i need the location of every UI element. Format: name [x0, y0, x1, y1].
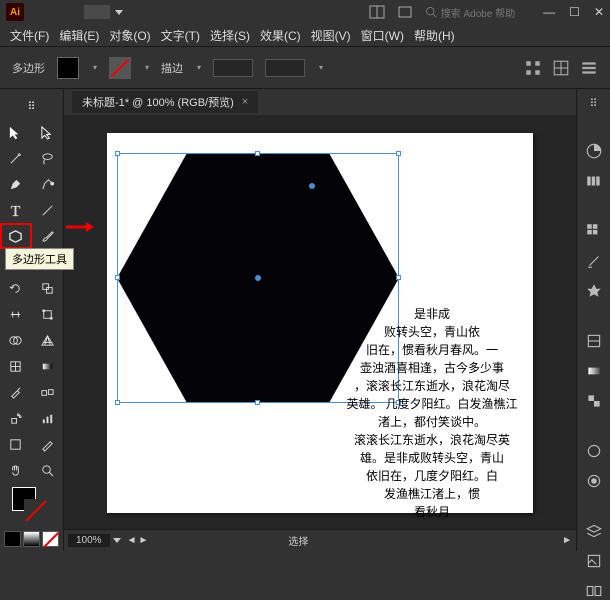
- asset-panel-icon[interactable]: [585, 552, 603, 570]
- artboard[interactable]: 是非成 败转头空，青山依 旧在，惯看秋月春风。一 壶浊酒喜相逢，古今多少事 ，滚…: [107, 133, 533, 513]
- workspace-switcher[interactable]: [84, 5, 123, 19]
- stroke-swatch[interactable]: [109, 57, 131, 79]
- direct-selection-tool[interactable]: [32, 119, 64, 145]
- curvature-tool[interactable]: [32, 171, 64, 197]
- transform-icon[interactable]: [552, 59, 570, 77]
- selection-tool[interactable]: [0, 119, 32, 145]
- magic-wand-tool[interactable]: [0, 145, 32, 171]
- zoom-level[interactable]: 100%: [68, 534, 110, 547]
- color-panel-icon[interactable]: [585, 142, 603, 160]
- menu-edit[interactable]: 编辑(E): [59, 27, 99, 44]
- color-guide-panel-icon[interactable]: [585, 172, 603, 190]
- mesh-tool[interactable]: [0, 353, 32, 379]
- type-tool[interactable]: [0, 197, 32, 223]
- arrange-docs-icon[interactable]: [369, 4, 385, 20]
- help-search[interactable]: 搜索 Adobe 帮助: [425, 5, 515, 20]
- menu-view[interactable]: 视图(V): [311, 27, 351, 44]
- control-bar: 多边形 ▾ ▾ 描边▾ ▾: [0, 47, 610, 89]
- slice-tool[interactable]: [32, 431, 64, 457]
- swatches-panel-icon[interactable]: [585, 222, 603, 240]
- status-bar: 100% ◄ ► 选择 ►: [64, 529, 576, 551]
- artboards-panel-icon[interactable]: [585, 582, 603, 600]
- pen-tool[interactable]: [0, 171, 32, 197]
- maximize-button[interactable]: ☐: [569, 5, 580, 19]
- stroke-label: 描边: [161, 60, 183, 76]
- gradient-panel-icon[interactable]: [585, 362, 603, 380]
- canvas[interactable]: 是非成 败转头空，青山依 旧在，惯看秋月春风。一 壶浊酒喜相逢，古今多少事 ，滚…: [64, 115, 576, 529]
- shape-builder-tool[interactable]: [0, 327, 32, 353]
- layers-panel-icon[interactable]: [585, 522, 603, 540]
- perspective-grid-tool[interactable]: [32, 327, 64, 353]
- color-mode-none[interactable]: [42, 531, 59, 547]
- stroke-weight-input[interactable]: [213, 59, 253, 77]
- column-graph-tool[interactable]: [32, 405, 64, 431]
- close-tab-icon[interactable]: ×: [242, 96, 248, 108]
- paintbrush-tool[interactable]: [32, 223, 63, 249]
- blend-tool[interactable]: [32, 379, 64, 405]
- menu-effect[interactable]: 效果(C): [260, 27, 301, 44]
- annotation-arrow-icon: [66, 220, 94, 237]
- menu-type[interactable]: 文字(T): [161, 27, 200, 44]
- align-icon[interactable]: [524, 59, 542, 77]
- cloud-doc-icon[interactable]: [397, 4, 413, 20]
- status-mode: 选择: [288, 533, 308, 548]
- fill-swatch[interactable]: [57, 57, 79, 79]
- minimize-button[interactable]: —: [543, 5, 555, 19]
- appearance-panel-icon[interactable]: [585, 442, 603, 460]
- transparency-panel-icon[interactable]: [585, 392, 603, 410]
- free-transform-tool[interactable]: [32, 301, 64, 327]
- polygon-tooltip: 多边形工具: [5, 248, 74, 270]
- color-mode-solid[interactable]: [4, 531, 21, 547]
- menu-window[interactable]: 窗口(W): [361, 27, 404, 44]
- nav-right-icon[interactable]: ►: [138, 535, 148, 546]
- polygon-tool[interactable]: [0, 223, 32, 249]
- close-button[interactable]: ✕: [594, 5, 604, 19]
- status-more-icon[interactable]: ►: [562, 535, 572, 546]
- symbol-sprayer-tool[interactable]: [0, 405, 32, 431]
- line-tool[interactable]: [32, 197, 64, 223]
- brushes-panel-icon[interactable]: [585, 252, 603, 270]
- menubar: 文件(F) 编辑(E) 对象(O) 文字(T) 选择(S) 效果(C) 视图(V…: [0, 24, 610, 46]
- width-tool[interactable]: [0, 301, 32, 327]
- selected-shape-label: 多边形: [12, 60, 45, 76]
- document-tab[interactable]: 未标题-1* @ 100% (RGB/预览) ×: [72, 91, 258, 113]
- options-icon[interactable]: [580, 59, 598, 77]
- document-tab-bar: 未标题-1* @ 100% (RGB/预览) ×: [64, 89, 576, 115]
- expand-panels-icon[interactable]: ⠿: [585, 97, 603, 110]
- color-mode-gradient[interactable]: [23, 531, 40, 547]
- artboard-tool[interactable]: [0, 431, 32, 457]
- menu-help[interactable]: 帮助(H): [414, 27, 455, 44]
- toolbox: ⠿: [0, 89, 64, 551]
- graphic-styles-panel-icon[interactable]: [585, 472, 603, 490]
- gradient-tool[interactable]: [32, 353, 64, 379]
- right-panel-dock: ⠿: [576, 89, 610, 551]
- titlebar: Ai 搜索 Adobe 帮助 — ☐ ✕: [0, 0, 610, 24]
- document-tab-title: 未标题-1* @ 100% (RGB/预览): [82, 94, 234, 110]
- zoom-tool[interactable]: [32, 457, 64, 483]
- menu-file[interactable]: 文件(F): [10, 27, 49, 44]
- symbols-panel-icon[interactable]: [585, 282, 603, 300]
- nav-left-icon[interactable]: ◄: [127, 535, 137, 546]
- scale-tool[interactable]: [32, 275, 64, 301]
- menu-select[interactable]: 选择(S): [210, 27, 250, 44]
- fill-stroke-indicator[interactable]: [0, 483, 63, 531]
- app-logo-icon: Ai: [6, 3, 24, 21]
- brush-profile[interactable]: [265, 59, 305, 77]
- hand-tool[interactable]: [0, 457, 32, 483]
- menu-object[interactable]: 对象(O): [109, 27, 150, 44]
- tool-panel-grip-icon[interactable]: ⠿: [16, 93, 48, 119]
- lasso-tool[interactable]: [32, 145, 64, 171]
- eyedropper-tool[interactable]: [0, 379, 32, 405]
- stroke-panel-icon[interactable]: [585, 332, 603, 350]
- search-placeholder: 搜索 Adobe 帮助: [441, 5, 515, 20]
- body-text-block[interactable]: 是非成 败转头空，青山依 旧在，惯看秋月春风。一 壶浊酒喜相逢，古今多少事 ，滚…: [332, 305, 532, 521]
- rotate-tool[interactable]: [0, 275, 32, 301]
